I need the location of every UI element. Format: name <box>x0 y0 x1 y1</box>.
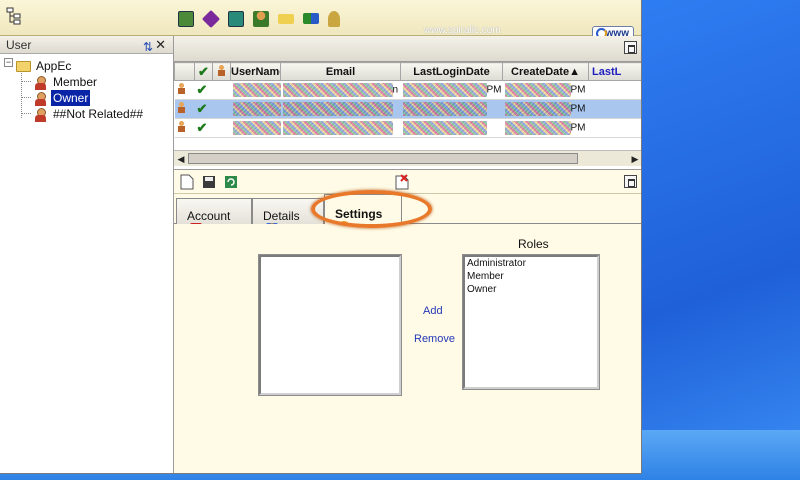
tab-details[interactable]: Details <box>252 198 324 235</box>
redacted-create <box>504 102 571 116</box>
user-tree: − AppEc Member Owner ##Not Related## <box>0 54 173 122</box>
tree-item-not-related[interactable]: ##Not Related## <box>0 106 173 122</box>
book-icon[interactable] <box>201 9 221 29</box>
delete-document-icon[interactable] <box>395 174 409 190</box>
col-username[interactable]: UserName <box>230 62 281 81</box>
list-item[interactable]: Owner <box>465 283 597 296</box>
remove-role-link[interactable]: Remove <box>414 333 455 345</box>
redacted-email <box>282 121 393 135</box>
main-toolbar: www.spiralic.com www <box>0 0 641 42</box>
detail-toolbar <box>174 170 641 194</box>
horizontal-scrollbar[interactable]: ◀ ▶ <box>174 150 641 166</box>
col-approved[interactable]: ✔ <box>194 62 213 81</box>
close-icon[interactable]: ✕ <box>155 36 166 54</box>
col-lastl[interactable]: LastL <box>588 62 641 81</box>
redacted-login <box>402 121 487 135</box>
app-window: www.spiralic.com www User ⇅ ✕ − AppEc Me… <box>0 0 642 474</box>
folder-icon <box>16 61 31 73</box>
redacted-login <box>402 83 487 97</box>
user-panel-title: User <box>6 38 32 52</box>
user-group-icon <box>34 75 47 90</box>
check-icon: ✔ <box>196 82 208 97</box>
assigned-roles-list[interactable]: Administrator Member Owner <box>462 254 600 390</box>
tab-settings[interactable]: Settings <box>324 194 402 233</box>
tree-structure-icon[interactable] <box>6 7 22 25</box>
key-icon[interactable] <box>328 11 340 27</box>
user-panel-header: User ⇅ ✕ <box>0 36 173 54</box>
tree-item-member[interactable]: Member <box>0 74 173 90</box>
home-icon[interactable] <box>178 11 194 27</box>
available-roles-list[interactable] <box>258 254 402 396</box>
save-icon[interactable] <box>202 174 216 190</box>
redacted-username <box>232 121 281 135</box>
redacted-create <box>504 83 571 97</box>
add-role-link[interactable]: Add <box>423 305 443 317</box>
refresh-icon[interactable] <box>224 174 238 190</box>
redacted-login <box>402 102 487 116</box>
user-group-icon <box>34 91 47 106</box>
users-table: ✔ UserName Email LastLoginDate CreateDat… <box>174 62 641 138</box>
table-row[interactable]: ✔ PM <box>174 99 641 119</box>
users-icon[interactable] <box>253 11 269 27</box>
check-icon: ✔ <box>196 101 208 116</box>
table-row[interactable]: ✔ n PM PM <box>174 80 641 100</box>
check-icon: ✔ <box>196 120 208 135</box>
arrow-box-icon[interactable] <box>228 11 244 27</box>
redacted-create <box>504 121 571 135</box>
table-row[interactable]: ✔ PM <box>174 118 641 138</box>
tree-root[interactable]: AppEc <box>0 58 173 74</box>
user-status-icon <box>177 121 186 132</box>
maximize-icon[interactable] <box>624 41 637 54</box>
mail-icon[interactable] <box>278 14 294 24</box>
scroll-thumb[interactable] <box>188 153 578 164</box>
list-item[interactable]: Administrator <box>465 257 597 270</box>
maximize-icon[interactable] <box>624 175 637 188</box>
lock-icon <box>217 64 226 76</box>
redacted-username <box>232 83 281 97</box>
redacted-email <box>282 83 393 97</box>
col-lastlogindate[interactable]: LastLoginDate <box>400 62 503 81</box>
list-item[interactable]: Member <box>465 270 597 283</box>
desktop-background <box>630 0 800 480</box>
new-document-icon[interactable] <box>180 174 194 190</box>
table-header-row: ✔ UserName Email LastLoginDate CreateDat… <box>174 62 641 81</box>
roles-title: Roles <box>518 237 549 251</box>
site-url-text: www.spiralic.com <box>424 25 501 36</box>
redacted-username <box>232 102 281 116</box>
user-status-icon <box>177 102 186 113</box>
tree-item-owner[interactable]: Owner <box>0 90 173 106</box>
redacted-email <box>282 102 393 116</box>
col-email[interactable]: Email <box>280 62 401 81</box>
col-status <box>174 62 195 81</box>
scroll-right-icon[interactable]: ▶ <box>629 153 641 165</box>
scroll-left-icon[interactable]: ◀ <box>175 153 187 165</box>
users-grid-panel: ✔ UserName Email LastLoginDate CreateDat… <box>174 36 641 170</box>
tab-account[interactable]: Account <box>176 198 252 235</box>
col-createdate[interactable]: CreateDate▲ <box>502 62 589 81</box>
col-locked[interactable] <box>212 62 231 81</box>
user-group-icon <box>34 107 47 122</box>
check-icon: ✔ <box>198 63 209 79</box>
user-tree-panel: User ⇅ ✕ − AppEc Member Owner ##Not Rela… <box>0 36 174 473</box>
flag-icon[interactable] <box>303 13 319 24</box>
grid-header-bar <box>174 36 641 62</box>
tab-bar: Account Details Settings <box>174 194 641 235</box>
user-status-icon <box>177 83 186 94</box>
